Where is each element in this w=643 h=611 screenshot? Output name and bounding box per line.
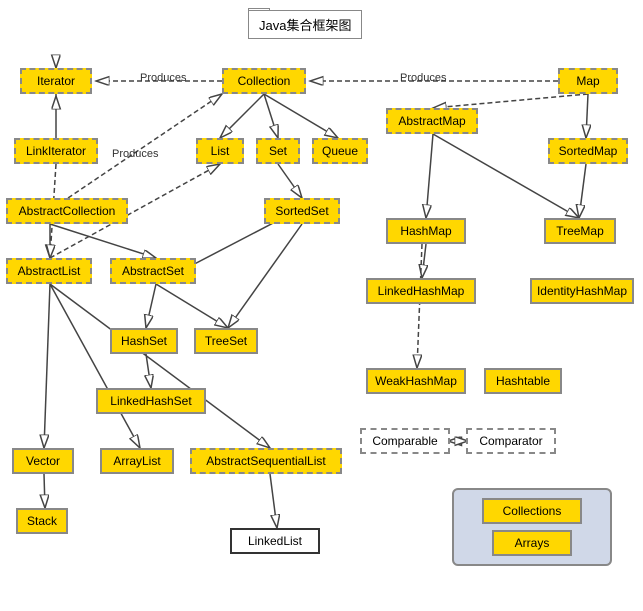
node-vector: Vector — [12, 448, 74, 474]
node-set: Set — [256, 138, 300, 164]
node-hashtable: Hashtable — [484, 368, 562, 394]
title: Java集合框架图 — [248, 10, 362, 39]
node-collection: Collection — [222, 68, 306, 94]
node-identityhashmap: IdentityHashMap — [530, 278, 634, 304]
node-queue: Queue — [312, 138, 368, 164]
produces-label-1: Produces — [140, 72, 186, 84]
node-abstractmap: AbstractMap — [386, 108, 478, 134]
node-stack: Stack — [16, 508, 68, 534]
node-sortedset: SortedSet — [264, 198, 340, 224]
node-comparator: Comparator — [466, 428, 556, 454]
node-treemap: TreeMap — [544, 218, 616, 244]
node-iterator: Iterator — [20, 68, 92, 94]
node-abstractsequentiallist: AbstractSequentialList — [190, 448, 342, 474]
node-abstractset: AbstractSet — [110, 258, 196, 284]
legend-box: Collections Arrays — [452, 488, 612, 566]
node-abstractcollection: AbstractCollection — [6, 198, 128, 224]
node-abstractlist: AbstractList — [6, 258, 92, 284]
produces-label-3: Produces — [112, 148, 158, 160]
node-linkedhashmap: LinkedHashMap — [366, 278, 476, 304]
node-hashset: HashSet — [110, 328, 178, 354]
legend-arrays: Arrays — [492, 530, 572, 556]
node-arraylist: ArrayList — [100, 448, 174, 474]
node-comparable: Comparable — [360, 428, 450, 454]
node-linkedhashset: LinkedHashSet — [96, 388, 206, 414]
node-weakhashmap: WeakHashMap — [366, 368, 466, 394]
legend-collections: Collections — [482, 498, 582, 524]
node-linkiterator: LinkIterator — [14, 138, 98, 164]
node-treeset: TreeSet — [194, 328, 258, 354]
node-hashmap: HashMap — [386, 218, 466, 244]
node-sortedmap: SortedMap — [548, 138, 628, 164]
node-map: Map — [558, 68, 618, 94]
node-list: List — [196, 138, 244, 164]
produces-label-2: Produces — [400, 72, 446, 84]
node-linkedlist: LinkedList — [230, 528, 320, 554]
diagram-container: Produces Produces Produces Iterator Coll… — [0, 0, 643, 611]
